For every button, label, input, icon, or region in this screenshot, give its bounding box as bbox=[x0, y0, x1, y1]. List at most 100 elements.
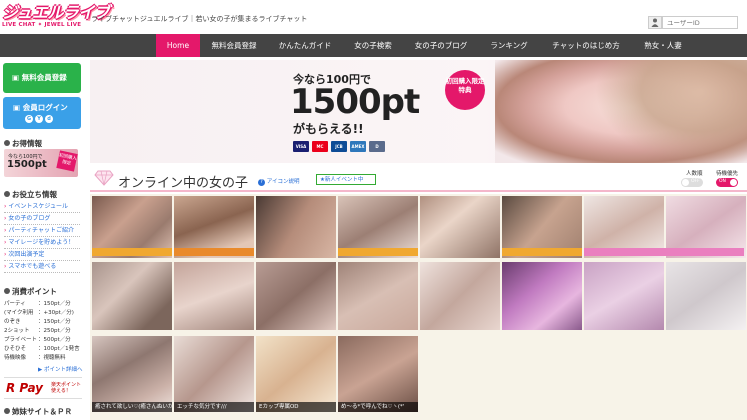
sort-by-count-toggle[interactable]: OFF bbox=[681, 178, 703, 187]
status-strip bbox=[92, 248, 172, 256]
sidebar-link-smartphone[interactable]: › スマホでも遊べる bbox=[4, 261, 80, 273]
newcomer-event-link[interactable]: ★新人イベント中 bbox=[316, 174, 376, 185]
price-key: プライベート bbox=[4, 337, 38, 343]
girl-tile[interactable] bbox=[92, 262, 172, 330]
diamond-icon bbox=[94, 170, 114, 186]
register-icon: ▣ bbox=[12, 73, 22, 82]
price-row: のぞき ：150pt／分 bbox=[4, 317, 71, 325]
girl-tile[interactable] bbox=[584, 262, 664, 330]
nav-ranking[interactable]: ランキング bbox=[478, 34, 540, 57]
girl-tile[interactable]: エッチな気分です/// bbox=[174, 336, 254, 412]
toggle-knob bbox=[682, 179, 689, 186]
sidebar-link-label: スマホでも遊べる bbox=[8, 263, 57, 270]
girl-tile[interactable] bbox=[256, 262, 336, 330]
amex-card-icon: AMEX bbox=[350, 141, 366, 152]
nav-guide[interactable]: かんたんガイド bbox=[268, 34, 342, 57]
online-girls-header: オンライン中の女の子 ? アイコン説明 ★新人イベント中 人数順 OFF 待機優… bbox=[90, 165, 747, 192]
rakuten-pay-banner[interactable]: R Pay 楽天ポイント 使える！ bbox=[4, 377, 82, 399]
docomo-icon[interactable]: d bbox=[45, 115, 53, 123]
sidebar-link-blog[interactable]: › 女の子のブログ bbox=[4, 213, 80, 225]
girl-tile-caption: め～る*で呼んでね♡ヽ(*' bbox=[338, 402, 418, 412]
logo-subtitle: LIVE CHAT ✦ JEWEL LIVE bbox=[2, 22, 82, 28]
diners-card-icon: D bbox=[369, 141, 385, 152]
price-row: 待機映像 ：視聴無料 bbox=[4, 353, 66, 361]
nav-home[interactable]: Home bbox=[156, 34, 200, 57]
nav-mature[interactable]: 熟女・人妻 bbox=[632, 34, 694, 57]
toggle-knob bbox=[730, 179, 737, 186]
status-strip bbox=[174, 248, 254, 256]
nav-girls-blog[interactable]: 女の子のブログ bbox=[404, 34, 478, 57]
sidebar-link-mileage[interactable]: › マイレージを貯めよう！ bbox=[4, 237, 80, 249]
girl-tile[interactable] bbox=[174, 262, 254, 330]
deal-banner-line2: 1500pt bbox=[7, 159, 47, 170]
promo-photo-shade bbox=[595, 60, 747, 163]
chevron-right-icon: › bbox=[4, 239, 7, 246]
site-logo[interactable]: ジュエルライブ LIVE CHAT ✦ JEWEL LIVE bbox=[2, 4, 110, 32]
chevron-right-icon: › bbox=[4, 263, 7, 270]
sister-sites-heading-text: 姉妹サイト＆ＰＲ bbox=[12, 407, 72, 416]
icon-help-link[interactable]: ? アイコン説明 bbox=[258, 177, 299, 186]
girl-tile[interactable] bbox=[420, 196, 500, 258]
girl-tile[interactable]: 癒されて欲しい♡(癒さんぬいか bbox=[92, 336, 172, 412]
girl-tile[interactable] bbox=[420, 262, 500, 330]
girl-tile[interactable]: Eカップ専属OD bbox=[256, 336, 336, 412]
girl-tile[interactable]: め～る*で呼んでね♡ヽ(*' bbox=[338, 336, 418, 412]
online-girls-grid: 癒されて欲しい♡(癒さんぬいか エッチな気分です/// Eカップ専属OD め～る… bbox=[90, 194, 747, 420]
heading-bullet-icon bbox=[4, 408, 10, 414]
rakuten-pay-note-line2: 使える！ bbox=[51, 388, 71, 394]
status-strip bbox=[584, 248, 744, 256]
toggle-state-label: ON bbox=[719, 179, 726, 184]
free-register-button[interactable]: ▣ 無料会員登録 bbox=[3, 63, 81, 93]
sidebar-link-events[interactable]: › イベントスケジュール bbox=[4, 201, 80, 213]
yahoo-icon[interactable]: Y bbox=[35, 115, 43, 123]
promo-line2: 1500pt bbox=[290, 82, 420, 122]
user-icon bbox=[648, 16, 662, 29]
standby-priority-toggle[interactable]: ON bbox=[716, 178, 738, 187]
price-value: ：視聴無料 bbox=[38, 355, 66, 361]
member-login-label: 会員ログイン bbox=[22, 103, 68, 112]
toggle-state-label: OFF bbox=[691, 179, 700, 184]
chevron-right-icon: › bbox=[4, 227, 7, 234]
site-tagline: ライブチャットジュエルライブ｜若い女の子が集まるライブチャット bbox=[91, 15, 308, 23]
useful-heading: お役立ち情報 bbox=[4, 189, 57, 200]
question-icon: ? bbox=[258, 179, 265, 186]
price-row: プライベート：500pt／分 bbox=[4, 335, 71, 343]
price-key: のぞき bbox=[4, 319, 21, 325]
deals-heading: お得情報 bbox=[4, 138, 42, 149]
girl-tile[interactable] bbox=[666, 262, 746, 330]
google-icon[interactable]: G bbox=[25, 115, 33, 123]
sort-by-count-label: 人数順 bbox=[686, 171, 703, 177]
sidebar-link-schedule[interactable]: › 次回出演予定 bbox=[4, 249, 80, 261]
sidebar: ▣ 無料会員登録 ▣ 会員ログイン G Y d お得情報 今なら100円で 15… bbox=[0, 60, 86, 420]
login-icon: ▣ bbox=[13, 103, 23, 112]
price-row: ひそひそ ：100pt／1発言 bbox=[4, 344, 80, 352]
price-value: ：500pt／分 bbox=[38, 337, 71, 343]
price-value: ：250pt／分 bbox=[38, 328, 71, 334]
point-details-link[interactable]: ▶ ポイント詳細へ bbox=[38, 365, 82, 373]
nav-girl-search[interactable]: 女の子検索 bbox=[342, 34, 404, 57]
girl-tile[interactable] bbox=[338, 262, 418, 330]
useful-heading-text: お役立ち情報 bbox=[12, 190, 57, 199]
girl-tile[interactable] bbox=[502, 262, 582, 330]
member-login-button[interactable]: ▣ 会員ログイン G Y d bbox=[3, 97, 81, 129]
price-row: 2ショット ：250pt／分 bbox=[4, 326, 71, 334]
payment-cards: VISA MC JCB AMEX D bbox=[293, 141, 385, 152]
deal-banner[interactable]: 今なら100円で 1500pt 初回購入限定 bbox=[4, 149, 78, 177]
sidebar-link-label: 次回出演予定 bbox=[8, 251, 45, 258]
price-key: 待機映像 bbox=[4, 355, 27, 361]
user-id-input[interactable] bbox=[662, 16, 738, 29]
heading-bullet-icon bbox=[4, 191, 10, 197]
nav-chat-start[interactable]: チャットのはじめ方 bbox=[540, 34, 632, 57]
girl-tile-caption: Eカップ専属OD bbox=[256, 402, 336, 412]
nav-free-register[interactable]: 無料会員登録 bbox=[200, 34, 268, 57]
price-key: ひそひそ bbox=[4, 346, 27, 352]
icon-help-label: アイコン説明 bbox=[266, 179, 300, 185]
sidebar-link-party[interactable]: › パーティチャットご紹介 bbox=[4, 225, 80, 237]
visa-card-icon: VISA bbox=[293, 141, 309, 152]
promo-banner[interactable]: 今なら100円で 1500pt がもらえる!! 初回購入限定特典 VISA MC… bbox=[90, 60, 747, 163]
girl-tile[interactable] bbox=[256, 196, 336, 258]
status-strip bbox=[338, 248, 418, 256]
promo-first-purchase-badge: 初回購入限定特典 bbox=[445, 70, 485, 110]
online-girls-title: オンライン中の女の子 bbox=[118, 176, 249, 191]
rakuten-pay-logo: R Pay bbox=[6, 381, 43, 395]
